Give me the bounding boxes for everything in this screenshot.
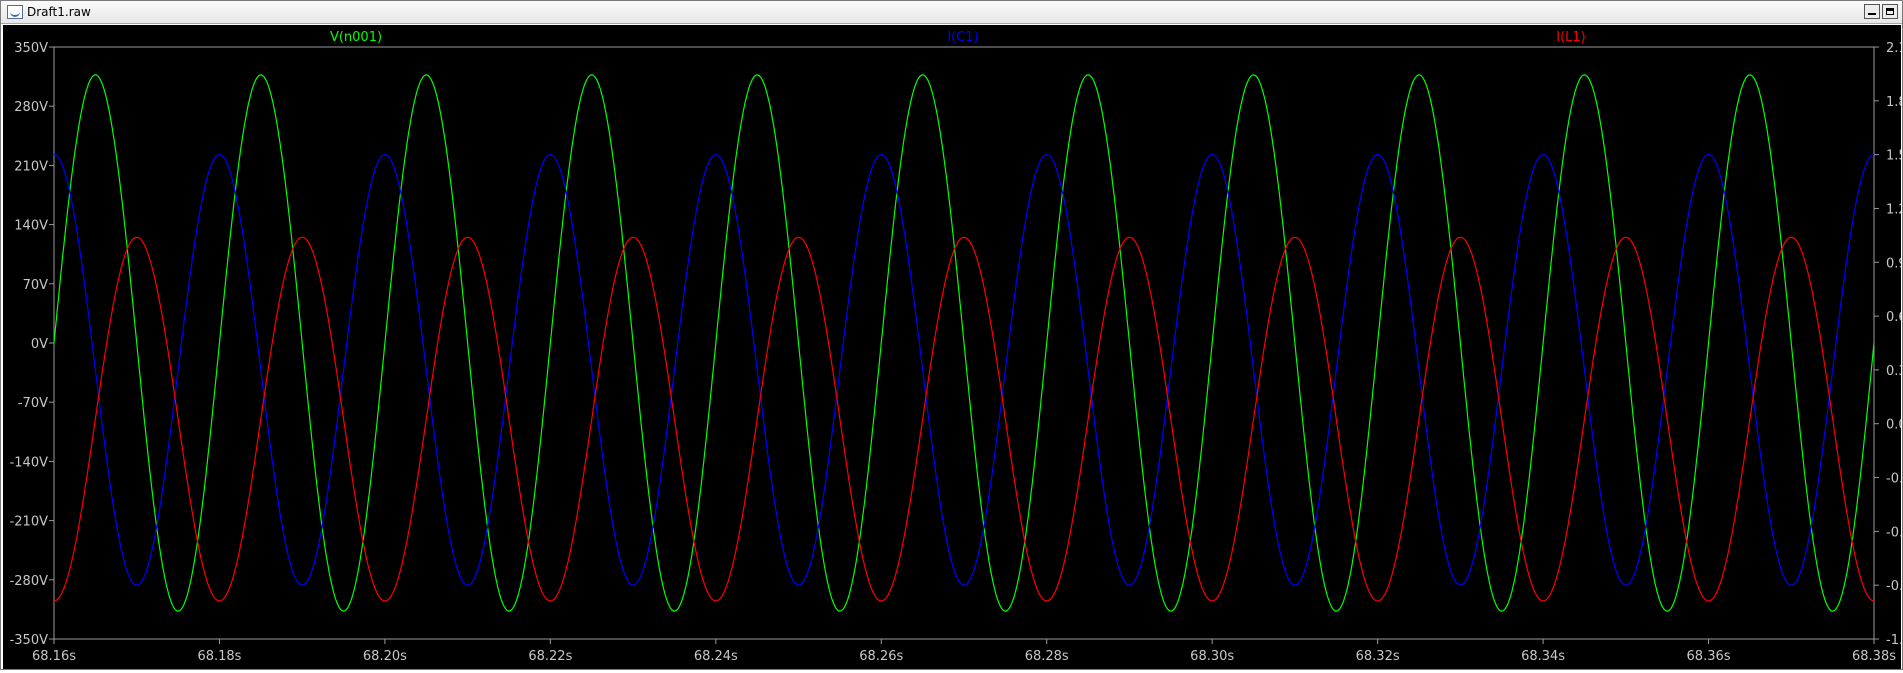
y-right-tick-label: 1.8	[1886, 95, 1901, 110]
y-left-tick-label: -280V	[10, 574, 49, 589]
y-left-tick-label: -70V	[18, 396, 48, 411]
x-tick-label: 68.22s	[528, 649, 572, 664]
y-right-tick-label: 0.9	[1886, 256, 1901, 271]
trace-i-c1-	[53, 153, 1875, 586]
trace-i-l1-	[54, 236, 1874, 602]
waveform-window: Draft1.raw V(n001) I(C1) I(L1) 350V 280V 210…	[0, 0, 1903, 670]
x-tick-label: 68.28s	[1025, 649, 1069, 664]
y-right-tick-label: 1.5	[1886, 149, 1901, 164]
y-left-tick-label: 140V	[14, 219, 48, 234]
x-tick-label: 68.26s	[859, 649, 903, 664]
y-left-tick-label: 350V	[14, 41, 48, 56]
y-left-tick-label: 210V	[14, 159, 48, 174]
title-bar[interactable]: Draft1.raw	[1, 1, 1902, 24]
waveform-plot-pane[interactable]: V(n001) I(C1) I(L1) 350V 280V 210V 140V 70V 0V -…	[3, 25, 1903, 669]
y-left-tick-label: 70V	[23, 278, 49, 293]
y-left-tick-label: 0V	[31, 337, 48, 352]
legend-i-c1-: I(C1)	[947, 30, 978, 45]
x-tick-label: 68.32s	[1356, 649, 1400, 664]
x-axis: 68.16s 68.18s 68.20s 68.22s 68.24s 68.26s 68.2…	[32, 639, 1896, 664]
y-right-tick-label: 0.3	[1886, 364, 1901, 379]
y-axis-left: 350V 280V 210V 140V 70V 0V -70V -140V -210V -280V…	[10, 41, 54, 648]
x-tick-label: 68.20s	[363, 649, 407, 664]
legend: V(n001) I(C1) I(L1)	[330, 30, 1586, 45]
maximize-button[interactable]	[1882, 4, 1898, 19]
traces	[53, 74, 1875, 612]
y-right-tick-label: 2.1	[1886, 41, 1901, 56]
x-tick-label: 68.34s	[1521, 649, 1565, 664]
x-tick-label: 68.16s	[32, 649, 76, 664]
y-left-tick-label: -210V	[10, 515, 49, 530]
y-axis-right: 2.1 1.8 1.5 1.2 0.9 0.6 0.3 0.0 -0.3 -0.6 -0.9 -1.2	[1874, 41, 1903, 648]
minimize-button[interactable]	[1864, 4, 1880, 19]
window-controls	[1864, 4, 1898, 19]
y-left-tick-label: -350V	[10, 633, 49, 648]
y-right-tick-label: 1.2	[1886, 202, 1901, 217]
waveform-chart[interactable]: V(n001) I(C1) I(L1) 350V 280V 210V 140V 70V 0V -…	[3, 25, 1903, 669]
x-tick-label: 68.18s	[197, 649, 241, 664]
y-right-tick-label: -0.6	[1886, 525, 1901, 540]
y-right-tick-label: -0.9	[1886, 579, 1901, 594]
y-right-tick-label: 0.0	[1886, 418, 1901, 433]
legend-v-n001-: V(n001)	[330, 30, 382, 45]
y-right-tick-label: -1.2	[1886, 633, 1901, 648]
trace-v-n001-	[53, 74, 1875, 612]
y-right-tick-label: -0.3	[1886, 472, 1901, 487]
y-left-tick-label: 280V	[14, 100, 48, 115]
waveform-app-icon	[7, 5, 23, 19]
y-right-tick-label: 0.6	[1886, 310, 1901, 325]
x-tick-label: 68.38s	[1852, 649, 1896, 664]
window-title: Draft1.raw	[27, 5, 91, 19]
legend-i-l1-: I(L1)	[1556, 30, 1586, 45]
x-tick-label: 68.24s	[694, 649, 738, 664]
y-left-tick-label: -140V	[10, 455, 49, 470]
x-tick-label: 68.36s	[1687, 649, 1731, 664]
x-tick-label: 68.30s	[1190, 649, 1234, 664]
